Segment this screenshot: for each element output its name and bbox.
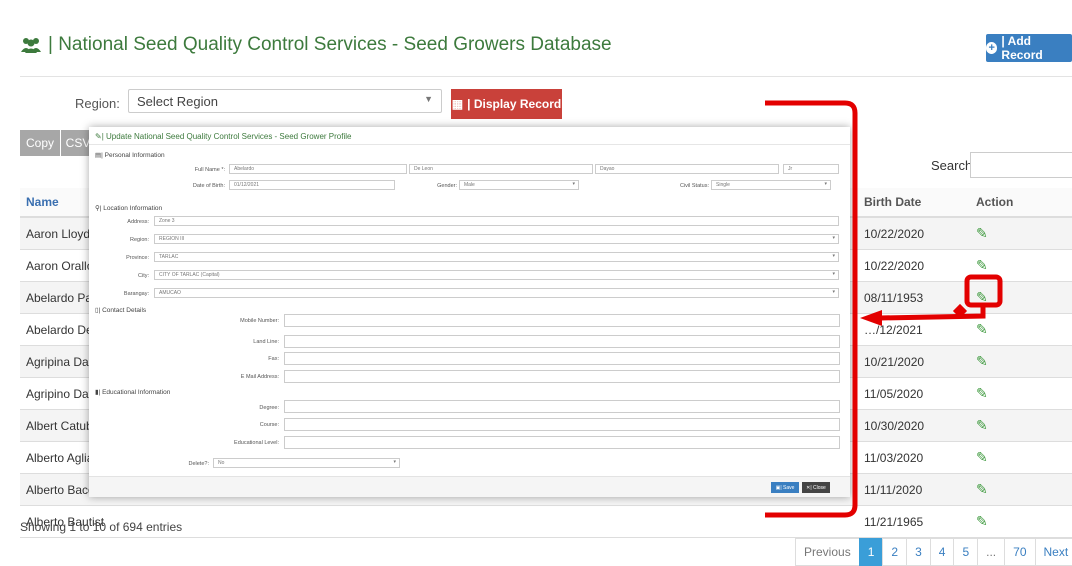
annotation-overlay [765,100,1003,518]
annotation-connector [879,306,986,321]
annotation-bracket [765,100,858,518]
annotation-arrowhead [860,310,882,326]
annotation-highlight-box [964,274,1003,308]
